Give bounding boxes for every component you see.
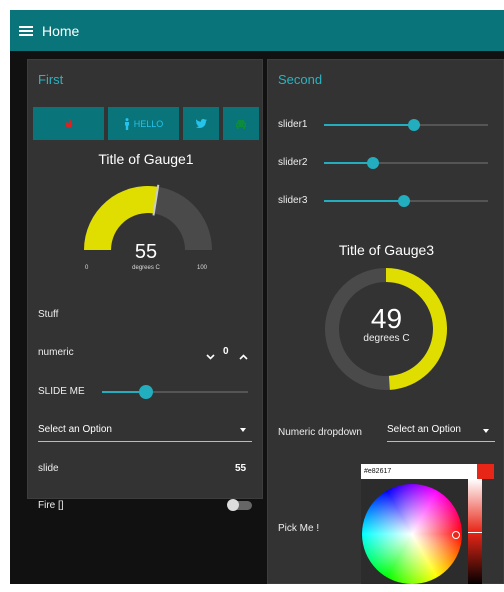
color-wheel-handle[interactable] xyxy=(452,531,460,539)
fire-icon xyxy=(65,118,73,129)
person-icon xyxy=(124,117,130,130)
hamburger-menu-icon[interactable] xyxy=(10,10,42,51)
twitter-icon xyxy=(195,119,207,128)
slider3-fill xyxy=(324,200,405,202)
chevron-up-icon[interactable] xyxy=(239,347,248,365)
second-group: Second slider1 slider2 slider3 Title of … xyxy=(267,59,504,584)
color-hex-field[interactable]: #e82617 xyxy=(361,464,479,479)
slider1-label: slider1 xyxy=(278,119,308,130)
numeric-dropdown-value: Select an Option xyxy=(387,424,461,435)
fire-switch-label: Fire [] xyxy=(38,500,64,511)
slide-me-label: SLIDE ME xyxy=(38,386,85,397)
top-bar: Home xyxy=(10,10,504,51)
slider2-thumb[interactable] xyxy=(367,157,380,169)
car-icon xyxy=(235,119,247,129)
slider2-label: slider2 xyxy=(278,157,308,168)
numeric-label: numeric xyxy=(38,347,74,358)
option-select-value: Select an Option xyxy=(38,424,112,435)
slide-me-thumb[interactable] xyxy=(138,385,153,399)
hello-label: HELLO xyxy=(133,118,164,129)
gauge1-value: 55 xyxy=(134,241,158,263)
dashboard-app: Home First HELLO Title of Gauge1 55 degr… xyxy=(10,10,504,584)
stuff-label: Stuff xyxy=(38,309,59,320)
numeric-dropdown-select[interactable]: Select an Option xyxy=(387,424,495,442)
gauge1-max: 100 xyxy=(197,265,208,271)
gauge1-title: Title of Gauge1 xyxy=(98,151,194,167)
button-row: HELLO xyxy=(33,107,259,140)
car-button[interactable] xyxy=(223,107,259,140)
slider3-label: slider3 xyxy=(278,195,308,206)
option-select[interactable]: Select an Option xyxy=(38,424,252,442)
group-title-second: Second xyxy=(278,72,323,87)
first-group: First HELLO Title of Gauge1 55 degrees C… xyxy=(27,59,263,511)
fire-switch-knob[interactable] xyxy=(227,499,239,511)
slider3-thumb[interactable] xyxy=(398,195,411,207)
page-title: Home xyxy=(42,22,80,39)
gauge1-min: 0 xyxy=(85,265,89,271)
slide-value: 55 xyxy=(235,463,247,474)
caret-down-icon xyxy=(483,429,489,433)
slider1-fill xyxy=(324,124,415,126)
group-title-first: First xyxy=(38,72,64,87)
gauge3-units: degrees C xyxy=(363,333,410,344)
gauge3-value: 49 xyxy=(370,303,403,334)
color-swatch xyxy=(477,464,494,479)
numeric-value[interactable]: 0 xyxy=(223,346,229,357)
caret-down-icon xyxy=(240,428,246,432)
color-wheel-panel xyxy=(361,479,469,584)
gauge3-title: Title of Gauge3 xyxy=(338,242,435,258)
hello-button[interactable]: HELLO xyxy=(108,107,179,140)
chevron-down-icon[interactable] xyxy=(206,347,215,365)
slide-label: slide xyxy=(38,463,59,474)
lightness-slider-handle[interactable] xyxy=(468,532,482,533)
slider1-thumb[interactable] xyxy=(408,119,421,131)
pick-me-label: Pick Me ! xyxy=(278,523,320,534)
gauge1-units: degrees C xyxy=(132,265,160,271)
color-wheel[interactable] xyxy=(362,484,462,584)
twitter-button[interactable] xyxy=(183,107,219,140)
slider2-fill xyxy=(324,162,374,164)
fire-button[interactable] xyxy=(33,107,104,140)
numeric-dropdown-label: Numeric dropdown xyxy=(278,427,362,438)
